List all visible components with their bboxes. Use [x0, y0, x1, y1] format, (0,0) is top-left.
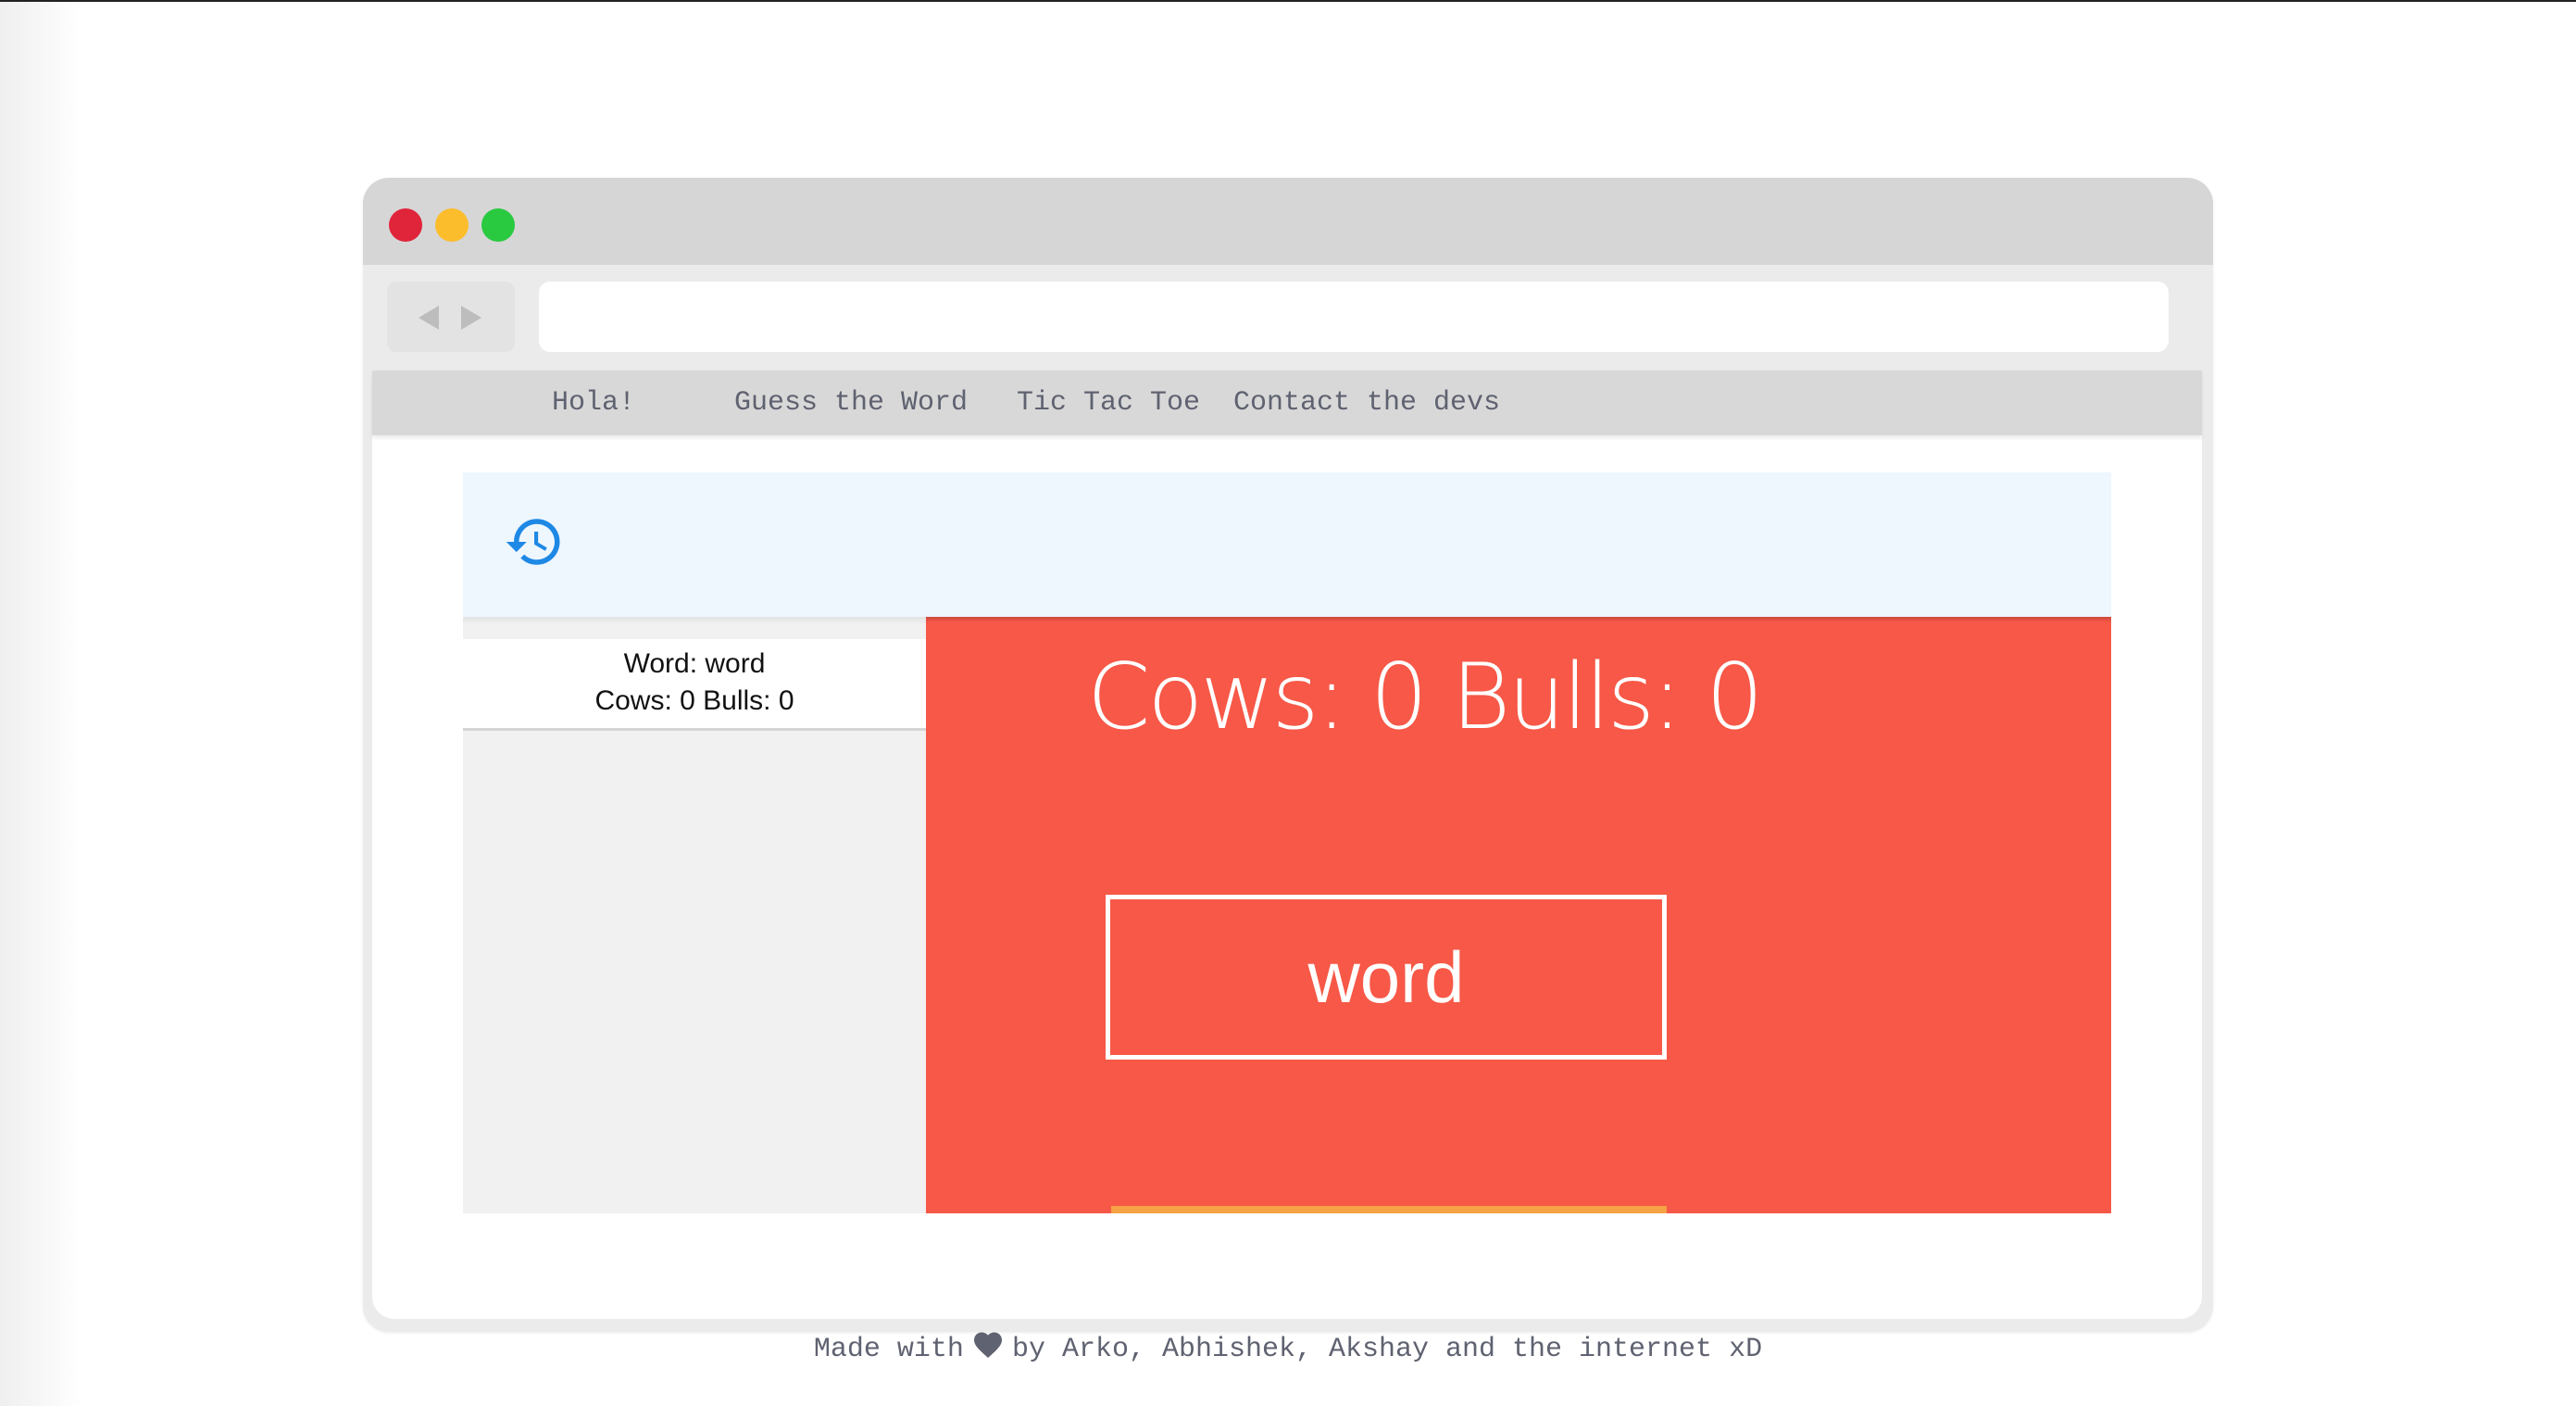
nav-item-tic-tac-toe[interactable]: Tic Tac Toe — [1017, 370, 1200, 435]
maximize-window-dot[interactable] — [481, 208, 515, 242]
panel-shadow — [463, 617, 926, 624]
word-input[interactable]: word — [1106, 895, 1667, 1060]
history-nav-buttons — [387, 282, 515, 352]
nav-item-contact-the-devs[interactable]: Contact the devs — [1233, 370, 1500, 435]
game-area: Cows: 0 Bulls: 0 word — [926, 617, 2111, 1213]
score-display: Cows: 0 Bulls: 0 — [1087, 645, 1764, 750]
footer-prefix: Made with — [813, 1334, 964, 1365]
site-navbar: Hola! Guess the Word Tic Tac Toe Contact… — [372, 370, 2202, 435]
game-header — [463, 472, 2111, 617]
guess-history-panel: Word: word Cows: 0 Bulls: 0 — [463, 617, 926, 1213]
footer: Made with by Arko, Abhishek, Akshay and t… — [0, 1330, 2576, 1367]
nav-item-hola[interactable]: Hola! — [552, 370, 635, 435]
forward-arrow-icon[interactable] — [461, 306, 481, 330]
game-area-shadow — [926, 617, 2111, 622]
history-entry[interactable]: Word: word Cows: 0 Bulls: 0 — [463, 639, 926, 731]
heart-icon — [971, 1330, 1005, 1367]
history-icon[interactable] — [504, 511, 565, 572]
close-window-dot[interactable] — [389, 208, 422, 242]
browser-window: Hola! Guess the Word Tic Tac Toe Contact… — [363, 178, 2213, 1332]
address-bar[interactable] — [539, 282, 2169, 352]
history-entry-result: Cows: 0 Bulls: 0 — [594, 685, 794, 716]
nav-item-guess-the-word[interactable]: Guess the Word — [734, 370, 968, 435]
footer-suffix: by Arko, Abhishek, Akshay and the intern… — [1011, 1334, 1763, 1365]
minimize-window-dot[interactable] — [435, 208, 469, 242]
page-content: Hola! Guess the Word Tic Tac Toe Contact… — [372, 370, 2202, 1319]
history-entry-word: Word: word — [623, 648, 766, 679]
submit-button-edge[interactable] — [1111, 1206, 1667, 1213]
top-border — [0, 0, 2576, 2]
back-arrow-icon[interactable] — [419, 306, 439, 330]
left-shade — [0, 2, 83, 1406]
window-titlebar — [363, 178, 2213, 265]
